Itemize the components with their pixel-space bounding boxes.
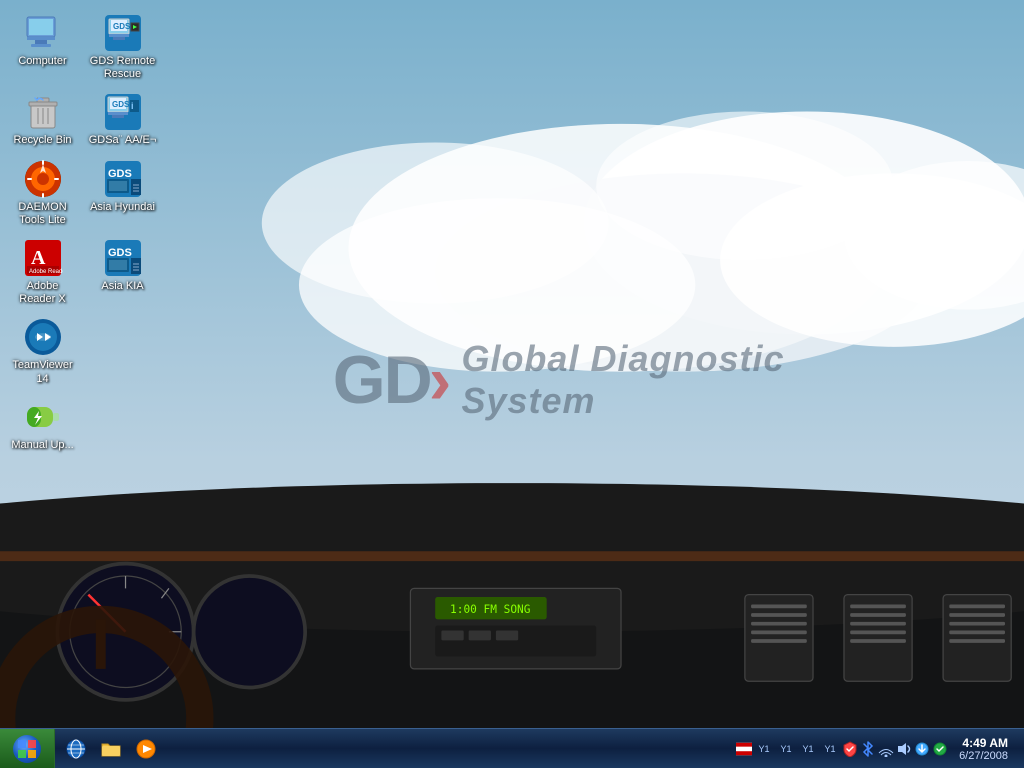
svg-text:GDS: GDS xyxy=(112,100,130,109)
icon-gds-aa-label: GDSa¨ AA/E¬ xyxy=(89,134,157,147)
icon-daemon-label: DAEMON Tools Lite xyxy=(8,201,77,227)
icon-recycle-label: Recycle Bin xyxy=(13,134,71,147)
tray-icon-group: Y1 Y1 Y1 Y1 xyxy=(736,741,948,757)
icon-teamviewer-label: TeamViewer 14 xyxy=(8,359,77,385)
system-clock[interactable]: 4:49 AM 6/27/2008 xyxy=(951,736,1016,762)
antivirus-tray-icon[interactable] xyxy=(932,741,948,757)
svg-text:A: A xyxy=(31,247,46,269)
svg-text:1:00 FM SONG: 1:00 FM SONG xyxy=(450,603,530,616)
icon-gds-remote-label: GDS Remote Rescue xyxy=(88,55,157,81)
flag-tray-icon[interactable] xyxy=(736,741,752,757)
desktop-icon-area: Computer GDS GDS Remote Rescue xyxy=(5,10,160,455)
lang-tray-icon-4[interactable]: Y1 xyxy=(820,741,840,757)
svg-text:i: i xyxy=(131,101,134,111)
icon-gds-aa[interactable]: GDS i GDSa¨ AA/E¬ xyxy=(85,89,160,150)
icon-computer[interactable]: Computer xyxy=(5,10,80,84)
signal-tray-icon[interactable] xyxy=(878,741,894,757)
gds-watermark: GD › Global Diagnostic System xyxy=(333,338,794,422)
icon-computer-label: Computer xyxy=(18,55,66,68)
lang-tray-icon-1[interactable]: Y1 xyxy=(754,741,774,757)
gds-logo: GD xyxy=(333,346,431,414)
svg-text:GDS: GDS xyxy=(113,22,131,31)
taskbar-folder-button[interactable] xyxy=(95,734,127,764)
icon-teamviewer[interactable]: TeamViewer 14 xyxy=(5,314,80,388)
clock-time: 4:49 AM xyxy=(962,736,1008,750)
lang-tray-icon-3[interactable]: Y1 xyxy=(798,741,818,757)
icon-gds-remote-rescue[interactable]: GDS GDS Remote Rescue xyxy=(85,10,160,84)
icon-asia-kia-label: Asia KIA xyxy=(101,280,143,293)
clock-date: 6/27/2008 xyxy=(959,750,1008,762)
folder-icon xyxy=(100,738,122,760)
volume-tray-icon[interactable] xyxy=(896,741,912,757)
icon-manual-update[interactable]: Manual Up... xyxy=(5,394,80,455)
taskbar-ie-button[interactable] xyxy=(60,734,92,764)
taskbar: Y1 Y1 Y1 Y1 xyxy=(0,728,1024,768)
lang-tray-icon-2[interactable]: Y1 xyxy=(776,741,796,757)
icon-daemon-tools[interactable]: DAEMON Tools Lite xyxy=(5,156,80,230)
icon-asia-hyundai-label: Asia Hyundai xyxy=(90,201,155,214)
taskbar-quick-launch xyxy=(55,729,728,768)
ie-icon xyxy=(65,738,87,760)
icon-recycle-bin[interactable]: Recycle Bin xyxy=(5,89,80,150)
icon-manual-update-label: Manual Up... xyxy=(11,439,73,452)
icon-adobe-reader[interactable]: A Adobe Reader X Adobe Reader X xyxy=(5,235,80,309)
svg-text:Adobe Reader X: Adobe Reader X xyxy=(29,269,63,275)
update-tray-icon[interactable] xyxy=(914,741,930,757)
icon-asia-kia[interactable]: GDS Asia KIA xyxy=(85,235,160,309)
gds-arrow-icon: › xyxy=(429,346,452,414)
icon-asia-hyundai[interactable]: GDS Asia Hyundai xyxy=(85,156,160,230)
svg-text:GDS: GDS xyxy=(108,168,132,180)
system-tray: Y1 Y1 Y1 Y1 xyxy=(728,729,1024,768)
taskbar-media-button[interactable] xyxy=(130,734,162,764)
svg-text:GDS: GDS xyxy=(108,247,132,259)
bluetooth-tray-icon[interactable] xyxy=(860,741,876,757)
icon-adobe-label: Adobe Reader X xyxy=(8,280,77,306)
gds-tagline: Global Diagnostic System xyxy=(461,338,793,422)
windows-orb-icon xyxy=(13,735,41,763)
security-tray-icon[interactable] xyxy=(842,741,858,757)
media-player-icon xyxy=(135,738,157,760)
start-button[interactable] xyxy=(0,729,55,768)
desktop: 1:00 FM SONG GD › G xyxy=(0,0,1024,768)
